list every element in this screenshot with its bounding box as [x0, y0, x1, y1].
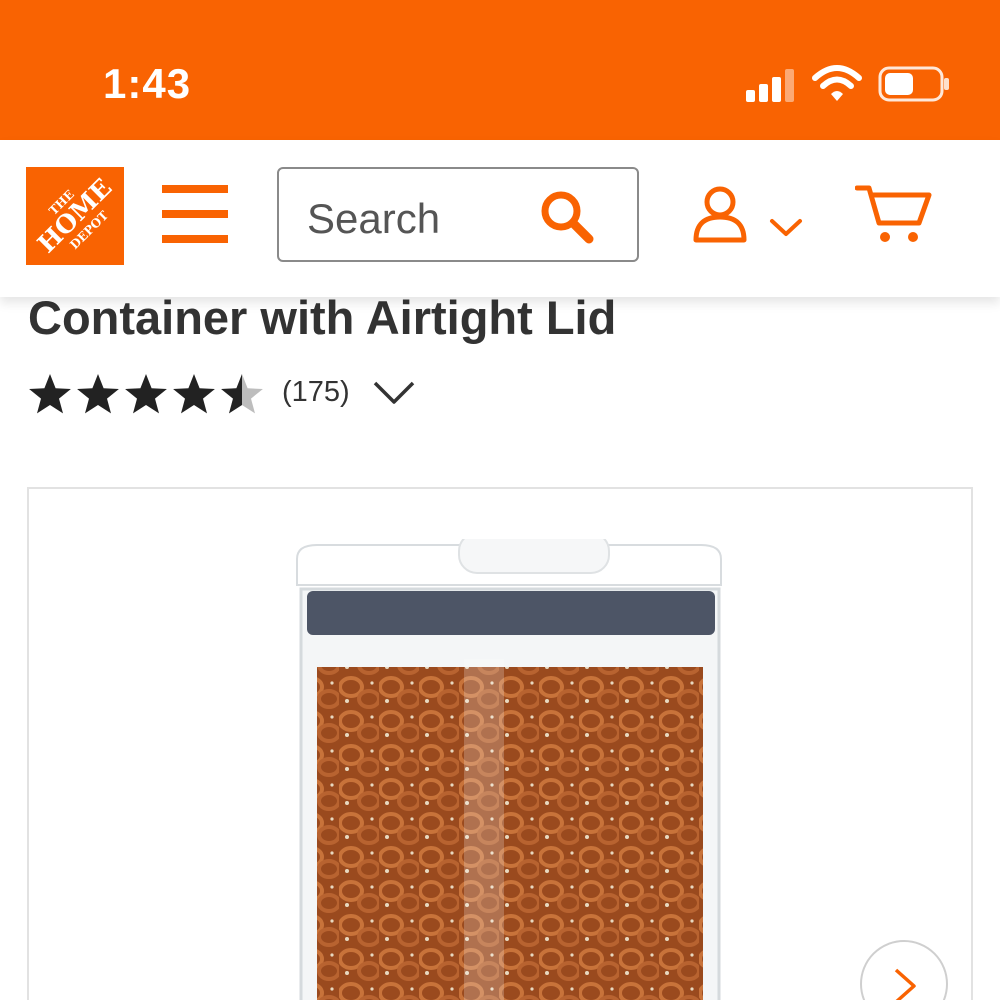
rating-count[interactable]: (175) [282, 376, 350, 409]
product-image [296, 539, 722, 1000]
search-input[interactable]: Search [277, 167, 639, 262]
chevron-down-icon[interactable] [372, 380, 416, 406]
cellular-signal-icon [746, 69, 794, 102]
product-image-gallery[interactable] [27, 487, 973, 1000]
search-placeholder: Search [307, 195, 441, 242]
search-icon[interactable] [537, 187, 597, 247]
hamburger-menu-icon[interactable] [162, 185, 228, 243]
cart-icon[interactable] [855, 183, 933, 245]
wifi-icon [812, 65, 862, 101]
product-title: Container with Airtight Lid [28, 291, 617, 344]
site-header: THE HOME DEPOT Search [0, 140, 1000, 297]
home-depot-logo[interactable]: THE HOME DEPOT [26, 167, 124, 265]
star-icon [173, 374, 215, 414]
half-star-icon [221, 374, 263, 414]
status-time: 1:43 [103, 60, 192, 107]
star-icon [77, 374, 119, 414]
battery-icon [878, 66, 949, 102]
rating-stars[interactable] [28, 370, 264, 416]
chevron-down-icon[interactable] [768, 215, 804, 239]
user-icon[interactable] [692, 185, 748, 243]
star-icon [29, 374, 71, 414]
chevron-right-icon [894, 968, 916, 1000]
star-icon [125, 374, 167, 414]
status-bar: 1:43 [0, 0, 1000, 140]
